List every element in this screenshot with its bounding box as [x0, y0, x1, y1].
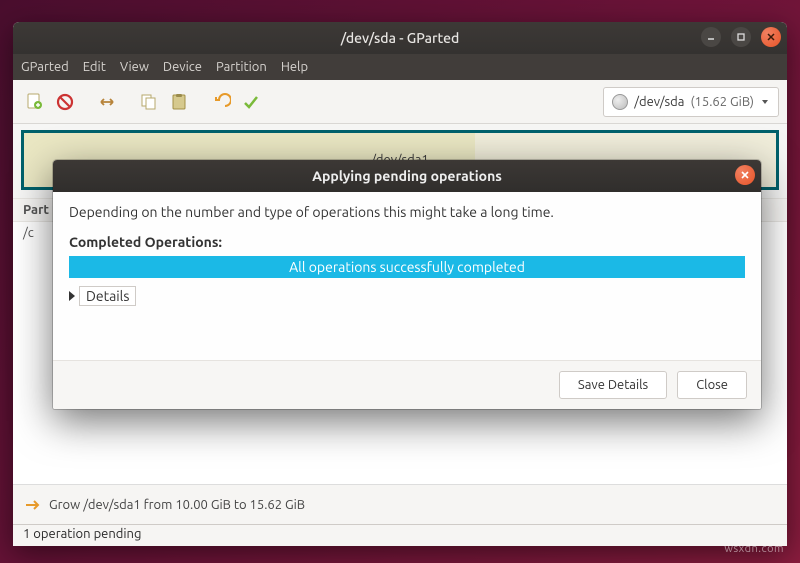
- details-toggle[interactable]: Details: [69, 286, 745, 306]
- progress-bar: All operations successfully completed: [69, 256, 745, 278]
- dialog-close-button[interactable]: [735, 165, 755, 185]
- close-button[interactable]: Close: [677, 371, 747, 399]
- dialog-buttons: Save Details Close: [53, 360, 761, 409]
- dialog-message: Depending on the number and type of oper…: [69, 204, 745, 220]
- expand-right-icon: [69, 291, 75, 301]
- close-icon: [740, 170, 750, 180]
- dialog-title: Applying pending operations: [312, 168, 502, 184]
- dialog-body: Depending on the number and type of oper…: [53, 192, 761, 360]
- completed-header: Completed Operations:: [69, 234, 745, 250]
- apply-dialog: Applying pending operations Depending on…: [53, 160, 761, 409]
- progress-text: All operations successfully completed: [289, 259, 525, 275]
- details-label: Details: [79, 286, 136, 306]
- dialog-overlay: Applying pending operations Depending on…: [0, 0, 800, 563]
- dialog-titlebar: Applying pending operations: [53, 160, 761, 192]
- save-details-button[interactable]: Save Details: [559, 371, 667, 399]
